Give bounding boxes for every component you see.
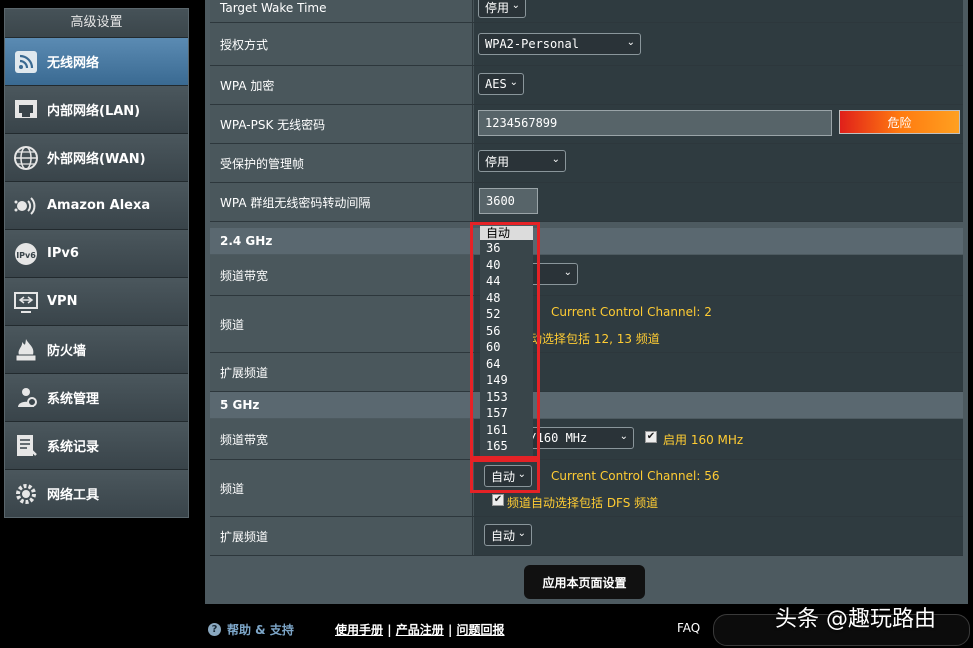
target-wake-time-label: Target Wake Time [210,0,473,22]
row-group-key-interval: WPA 群组无线密码转动间隔 3600 [210,183,963,222]
row-5-ext-channel: 扩展频道 自动 ⌄ [210,517,963,556]
help-label: 帮助 & 支持 [227,623,294,637]
sidebar-item-admin[interactable]: 系统管理 [5,373,188,421]
sidebar-item-label: 系统管理 [47,392,100,407]
firewall-icon [11,335,41,365]
row-wpa-encryption: WPA 加密 AES ⌄ [210,66,963,105]
select-value: WPA2-Personal [485,37,579,51]
enable-160-label: 启用 160 MHz [663,433,744,447]
row-24-ext-channel: 扩展频道 [210,353,963,392]
auth-method-label: 授权方式 [210,23,473,65]
svg-text:IPv6: IPv6 [16,251,36,260]
ipv6-icon: IPv6 [11,239,41,269]
sidebar-item-alexa[interactable]: Amazon Alexa [5,181,188,229]
bandwidth-label: 频道带宽 [210,255,473,295]
group-key-interval-input[interactable]: 3600 [479,188,538,214]
watermark: 头条 @趣玩路由 [775,607,936,632]
sidebar-item-label: 网络工具 [47,488,100,503]
chevron-down-icon: ⌄ [509,77,518,88]
dfs-checkbox[interactable]: ✔ [492,494,504,506]
highlight-box-list [470,222,540,462]
sidebar-item-tools[interactable]: 网络工具 [5,469,188,517]
sidebar-item-label: 内部网络(LAN) [47,104,141,119]
password-strength-badge: 危险 [839,110,960,134]
alexa-icon [11,191,41,221]
enable-160-checkbox[interactable]: ✔ [645,431,657,443]
row-24-bandwidth: 频道带宽 Hz ⌄ [210,255,963,296]
admin-icon [11,383,41,413]
faq-label: FAQ [677,621,701,635]
manual-link[interactable]: 使用手册 [335,623,383,637]
sidebar-item-label: IPv6 [47,246,79,261]
protected-mgmt-select[interactable]: 停用 ⌄ [478,150,566,172]
select-value: 自动 [491,528,516,543]
5-ext-channel-select[interactable]: 自动 ⌄ [484,524,532,546]
sidebar-item-label: 系统记录 [47,440,100,455]
highlight-box-select [470,456,540,493]
tools-icon [11,479,41,509]
sidebar-item-vpn[interactable]: VPN [5,277,188,325]
chevron-down-icon: ⌄ [619,431,628,442]
sidebar-title: 高级设置 [5,9,188,37]
bandwidth-label: 频道带宽 [210,419,473,459]
target-wake-time-select[interactable]: 停用 ⌄ [478,0,526,18]
sidebar-item-firewall[interactable]: 防火墙 [5,325,188,373]
wpa-encryption-label: WPA 加密 [210,66,473,104]
sidebar-item-wireless[interactable]: 无线网络 [5,37,188,85]
section-5ghz: 5 GHz [210,392,963,418]
select-value: AES [485,77,507,91]
sidebar-item-ipv6[interactable]: IPv6 IPv6 [5,229,188,277]
sidebar-item-label: VPN [47,294,78,309]
wpa-psk-input[interactable]: 1234567899 [478,110,832,136]
question-icon: ? [208,623,221,636]
wifi-icon [11,47,41,77]
channel-label: 频道 [210,296,473,352]
chevron-down-icon: ⌄ [626,37,635,48]
chevron-down-icon: ⌄ [511,0,520,11]
help-support-link[interactable]: ? 帮助 & 支持 [208,621,294,638]
row-auth-method: 授权方式 WPA2-Personal ⌄ [210,23,963,66]
vpn-icon [11,287,41,317]
select-value: 停用 [485,0,510,15]
24-current-channel: Current Control Channel: 2 [551,305,712,319]
register-link[interactable]: 产品注册 [396,623,444,637]
ext-channel-label: 扩展频道 [210,353,473,391]
select-value: 停用 [485,154,510,169]
chevron-down-icon: ⌄ [551,154,560,165]
sidebar: 高级设置 无线网络 内部网络(LAN) 外部网络(WAN) Amazon Ale… [4,8,189,518]
chevron-down-icon: ⌄ [563,267,572,278]
lan-icon [11,95,41,125]
row-protected-mgmt: 受保护的管理帧 停用 ⌄ [210,144,963,183]
footer-links: 使用手册 | 产品注册 | 问题回报 [335,623,505,637]
sidebar-item-label: 外部网络(WAN) [47,152,146,167]
group-key-interval-label: WPA 群组无线密码转动间隔 [210,183,473,221]
wpa-encryption-select[interactable]: AES ⌄ [478,73,524,95]
sidebar-item-label: Amazon Alexa [47,198,151,213]
5-current-channel: Current Control Channel: 56 [551,469,720,483]
row-target-wake-time: Target Wake Time 停用 ⌄ [210,0,963,23]
ext-channel-label: 扩展频道 [210,517,473,555]
sidebar-item-wan[interactable]: 外部网络(WAN) [5,133,188,181]
section-2-4ghz: 2.4 GHz [210,228,963,254]
sidebar-item-label: 防火墙 [47,344,87,359]
sidebar-item-label: 无线网络 [47,56,100,71]
row-5-bandwidth: 频道带宽 80/160 MHz ⌄ [210,419,963,460]
apply-settings-button[interactable]: 应用本页面设置 [524,565,645,599]
sidebar-item-lan[interactable]: 内部网络(LAN) [5,85,188,133]
log-icon [11,431,41,461]
dfs-note: 频道自动选择包括 DFS 频道 [507,496,659,510]
sidebar-item-log[interactable]: 系统记录 [5,421,188,469]
24-auto-select-note: 动选择包括 12, 13 频道 [530,332,660,346]
channel-label: 频道 [210,460,473,516]
protected-mgmt-label: 受保护的管理帧 [210,144,473,182]
wpa-psk-label: WPA-PSK 无线密码 [210,105,473,143]
main-panel: Target Wake Time 停用 ⌄ 授权方式 WPA2-Personal… [205,0,968,604]
globe-icon [11,143,41,173]
chevron-down-icon: ⌄ [517,528,526,539]
feedback-link[interactable]: 问题回报 [457,623,505,637]
auth-method-select[interactable]: WPA2-Personal ⌄ [478,33,641,55]
